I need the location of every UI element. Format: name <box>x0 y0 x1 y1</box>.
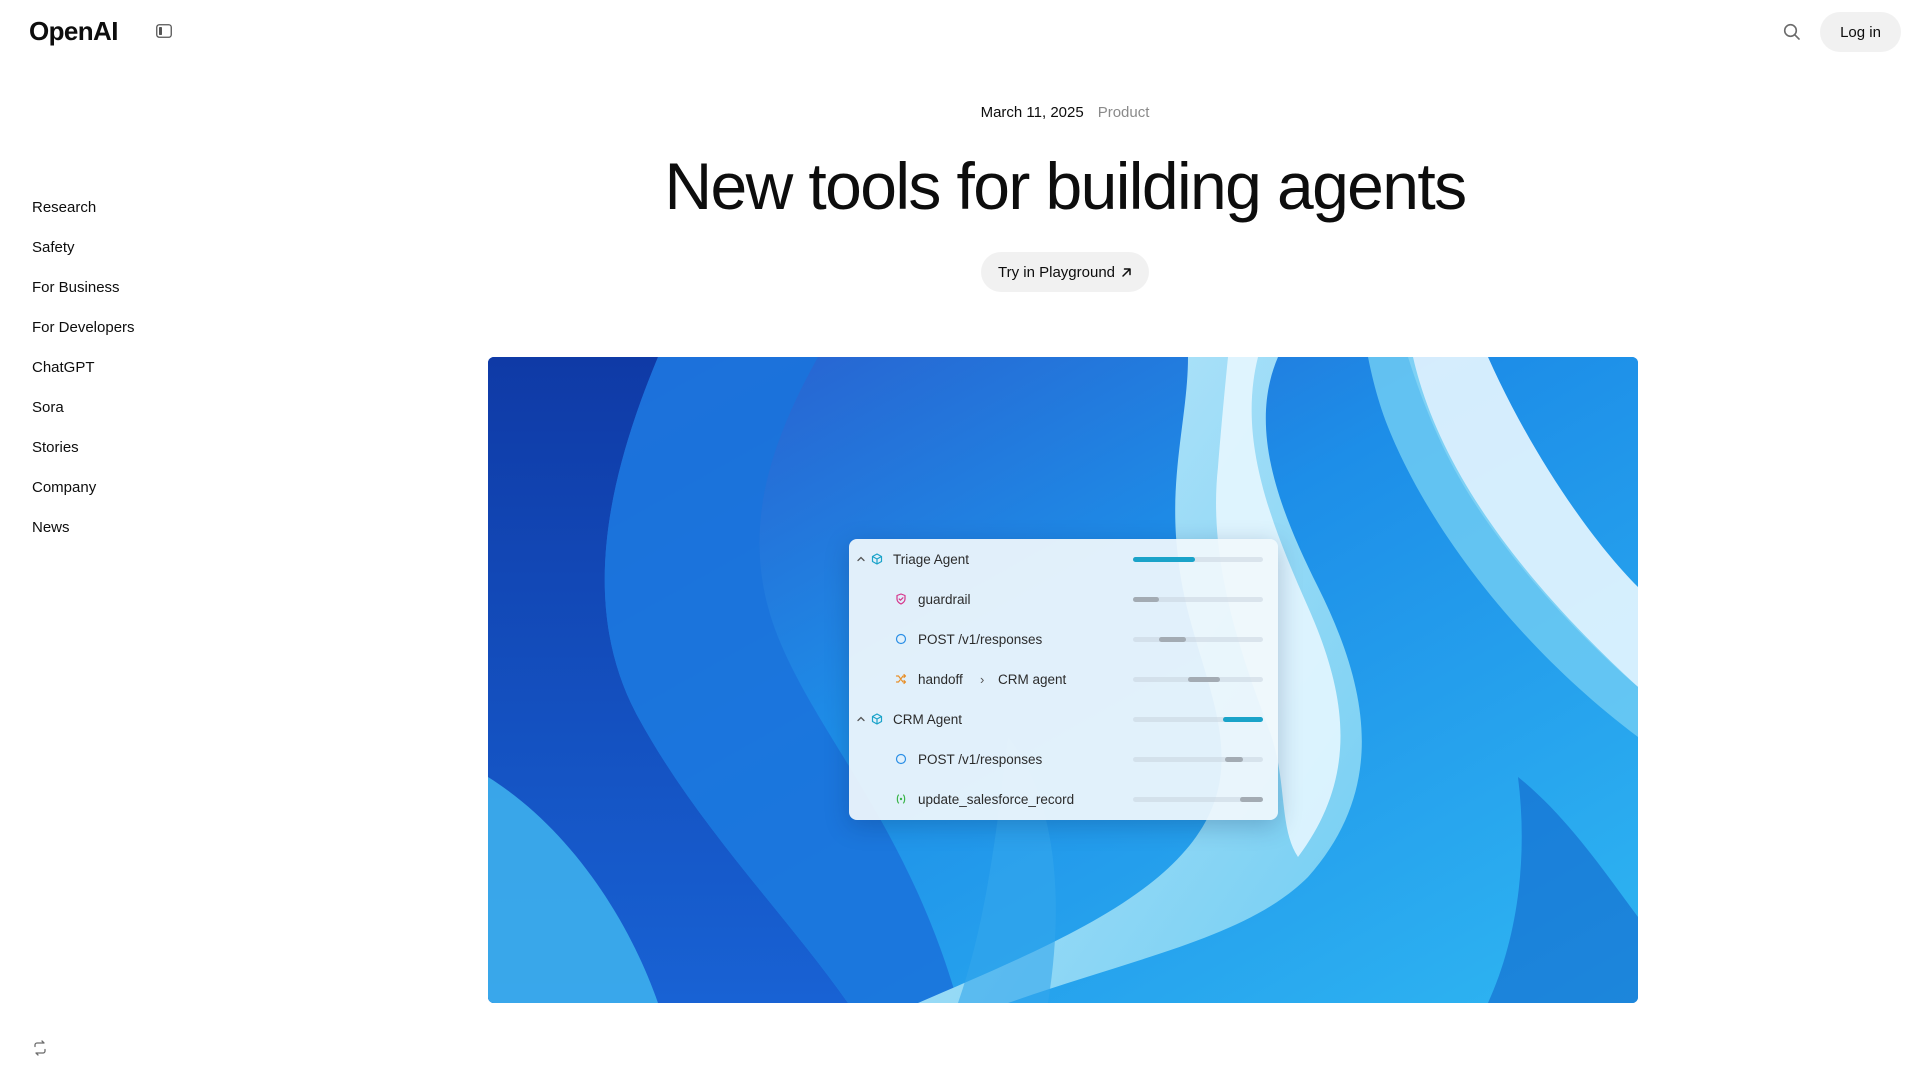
trace-row-guardrail[interactable]: guardrail <box>849 579 1278 619</box>
function-icon <box>896 794 906 804</box>
page-title: New tools for building agents <box>664 149 1467 223</box>
nav-item-for-business[interactable]: For Business <box>32 278 135 318</box>
agent-trace-panel: Triage Agent guardrail POST /v1/response… <box>849 539 1278 820</box>
trace-timeline-bar <box>1133 676 1263 682</box>
trace-row-update-salesforce-record[interactable]: update_salesforce_record <box>849 779 1278 819</box>
trace-row-label: POST /v1/responses <box>918 631 1043 647</box>
nav-item-for-developers[interactable]: For Developers <box>32 318 135 358</box>
trace-timeline-bar <box>1133 796 1263 802</box>
trace-row-label: update_salesforce_record <box>918 791 1075 807</box>
shuffle-icon <box>895 673 907 685</box>
article-meta: March 11, 2025 Product <box>0 104 1920 121</box>
handoff-target-label: CRM agent <box>998 671 1067 687</box>
shield-check-icon <box>896 593 906 605</box>
trace-row-triage-agent[interactable]: Triage Agent <box>849 539 1278 579</box>
arrow-up-right-icon <box>1122 267 1131 277</box>
trace-row-label: CRM Agent <box>893 711 963 727</box>
trace-timeline-bar <box>1133 596 1263 602</box>
nav-item-safety[interactable]: Safety <box>32 238 135 278</box>
nav-item-company[interactable]: Company <box>32 478 135 518</box>
search-icon[interactable] <box>1782 22 1802 42</box>
trace-timeline-bar <box>1133 756 1263 762</box>
circle-icon <box>895 753 907 765</box>
openai-logo[interactable]: OpenAI <box>29 16 118 47</box>
sidebar-toggle-icon[interactable] <box>156 24 172 38</box>
trace-row-crm-agent[interactable]: CRM Agent <box>849 699 1278 739</box>
trace-timeline-bar <box>1133 636 1263 642</box>
login-button[interactable]: Log in <box>1820 12 1901 52</box>
circle-icon <box>895 633 907 645</box>
nav-item-news[interactable]: News <box>32 518 135 558</box>
article-date: March 11, 2025 <box>980 104 1084 121</box>
nav-item-sora[interactable]: Sora <box>32 398 135 438</box>
trace-timeline-bar <box>1133 716 1263 722</box>
side-navigation: Research Safety For Business For Develop… <box>32 198 135 558</box>
cube-icon <box>871 713 883 725</box>
article-category[interactable]: Product <box>1098 104 1150 121</box>
trace-row-label: POST /v1/responses <box>918 751 1043 767</box>
trace-row-post-responses[interactable]: POST /v1/responses <box>849 739 1278 779</box>
trace-row-label: Triage Agent <box>893 551 970 567</box>
try-in-playground-button[interactable]: Try in Playground <box>981 252 1149 292</box>
nav-item-stories[interactable]: Stories <box>32 438 135 478</box>
nav-item-chatgpt[interactable]: ChatGPT <box>32 358 135 398</box>
refresh-icon[interactable] <box>32 1040 48 1056</box>
trace-row-label: handoff <box>918 671 963 687</box>
trace-timeline-bar <box>1133 556 1263 562</box>
chevron-up-icon[interactable] <box>856 554 866 564</box>
hero-image: Triage Agent guardrail POST /v1/response… <box>488 357 1638 1003</box>
trace-row-handoff[interactable]: handoff › CRM agent <box>849 659 1278 699</box>
cube-icon <box>871 553 883 565</box>
trace-row-label: guardrail <box>918 591 971 607</box>
cta-label: Try in Playground <box>998 263 1115 281</box>
chevron-up-icon[interactable] <box>856 714 866 724</box>
trace-row-post-responses[interactable]: POST /v1/responses <box>849 619 1278 659</box>
chevron-right-icon: › <box>980 671 985 687</box>
